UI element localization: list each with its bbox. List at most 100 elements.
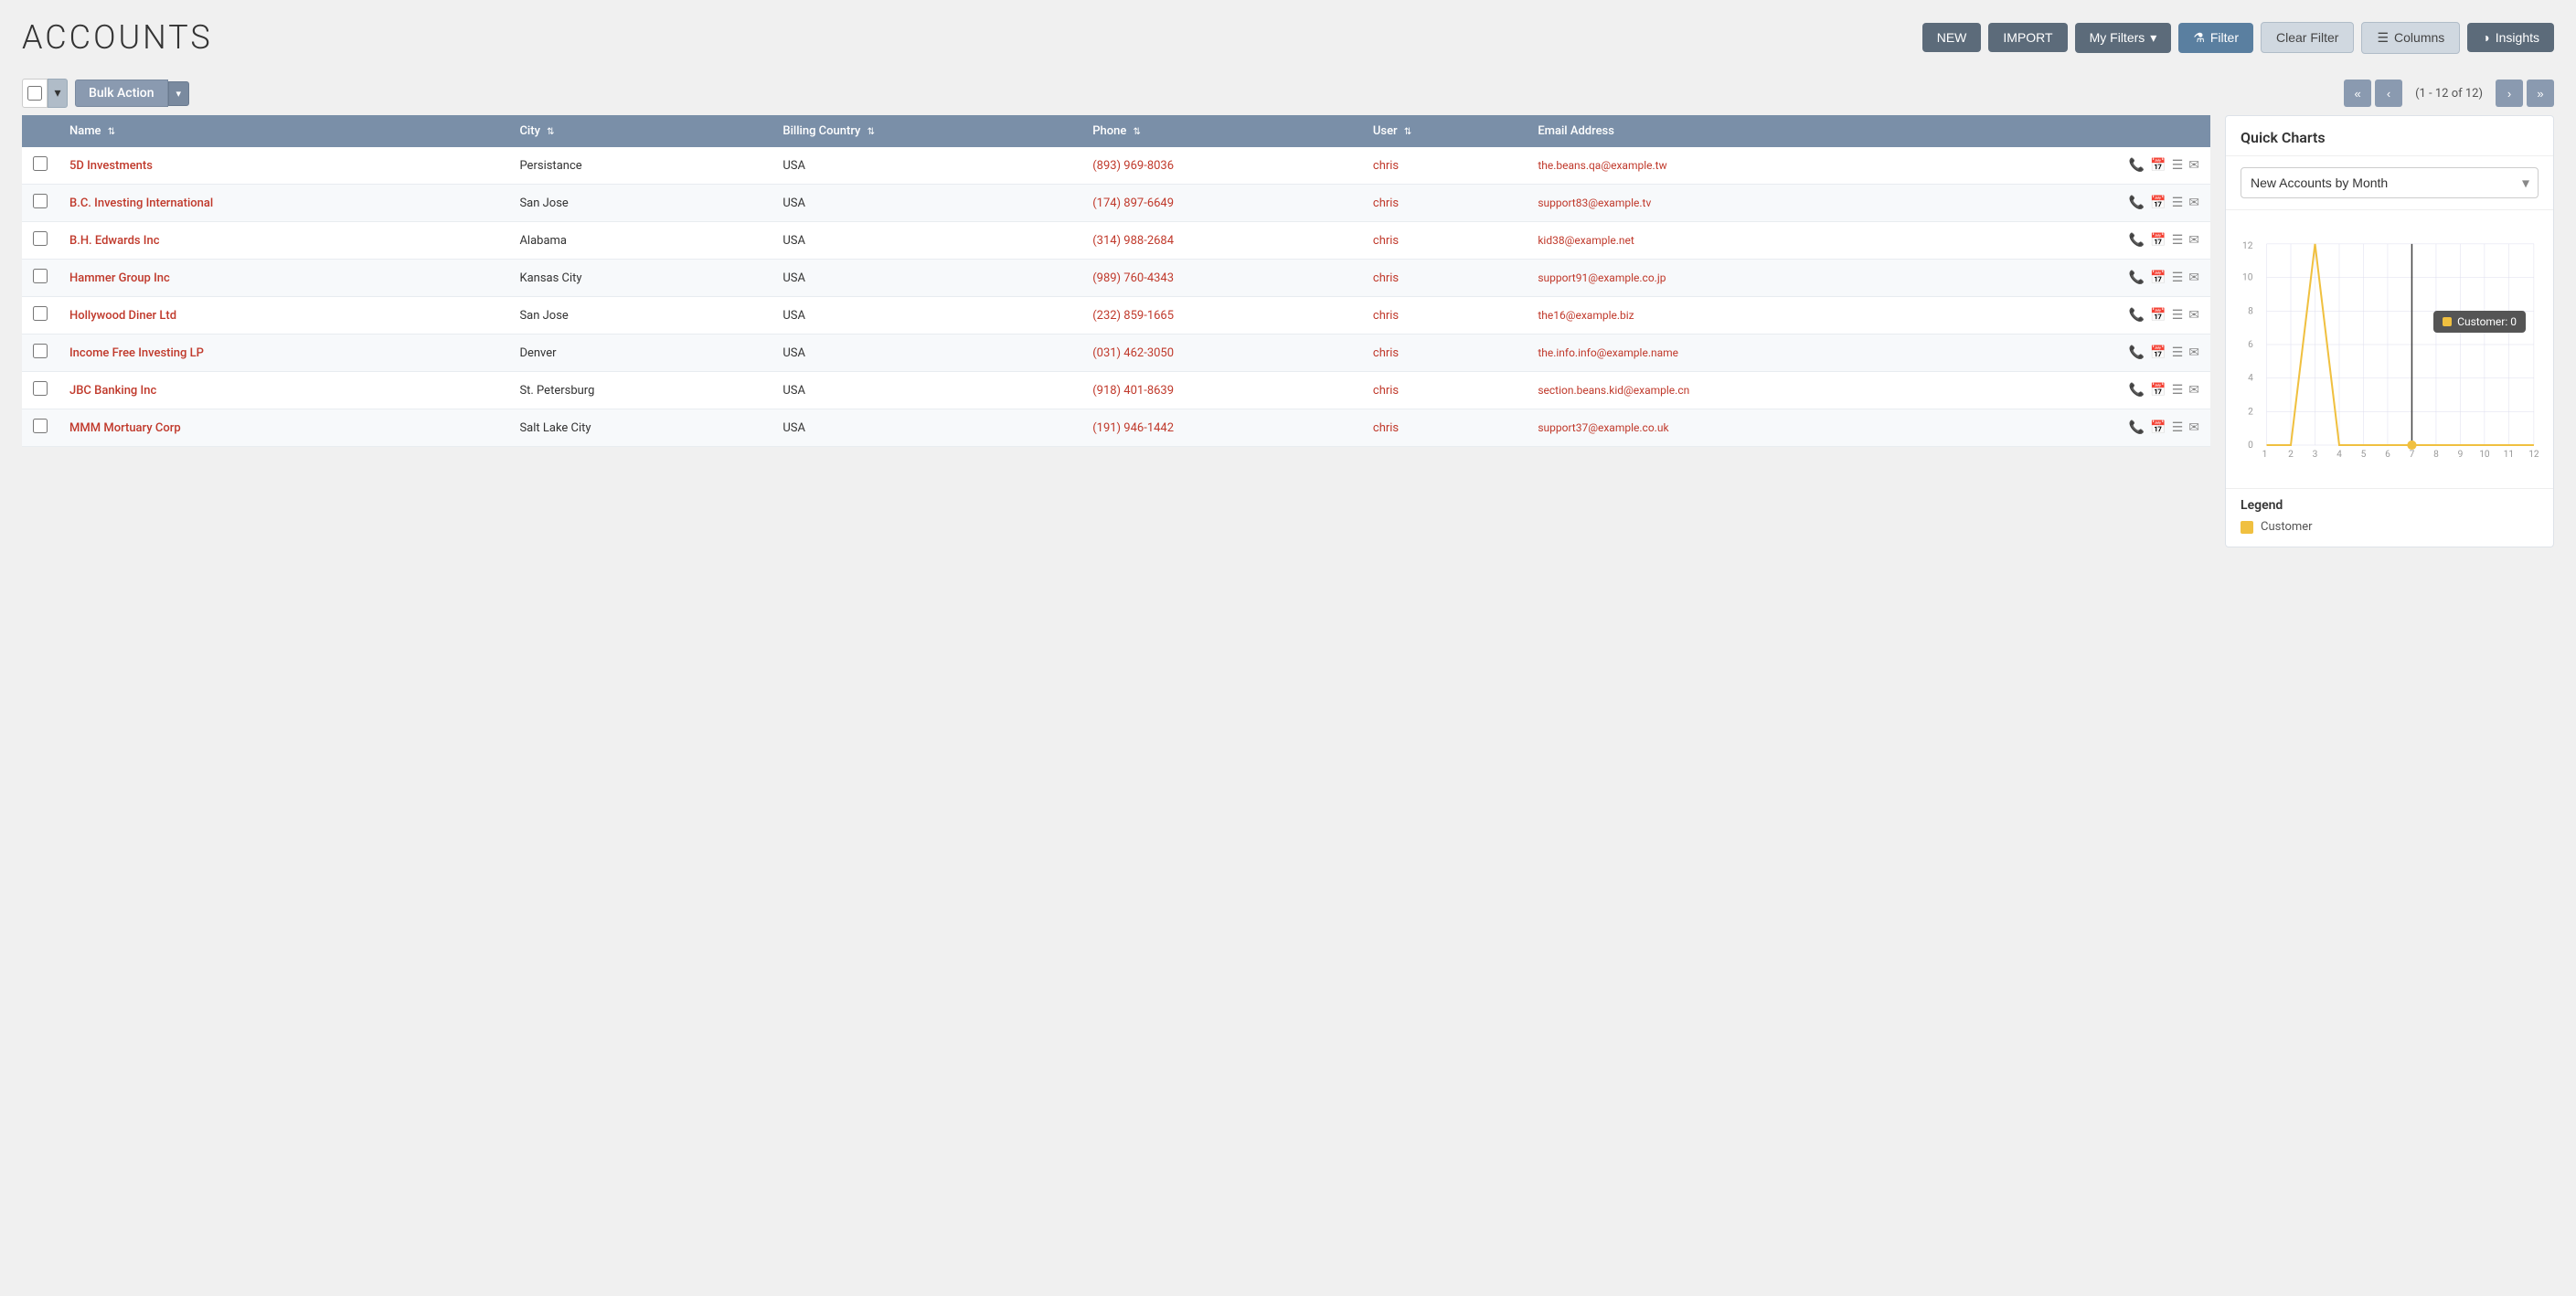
row-checkbox-4[interactable]	[33, 306, 48, 321]
user-link-2[interactable]: chris	[1373, 234, 1399, 248]
phone-icon-5[interactable]: 📞	[2129, 345, 2145, 360]
phone-link-1[interactable]: (174) 897-6649	[1092, 197, 1174, 210]
list-icon-7[interactable]: ☰	[2172, 420, 2184, 435]
user-link-1[interactable]: chris	[1373, 197, 1399, 210]
calendar-icon-4[interactable]: 📅	[2150, 308, 2166, 323]
tooltip-dot	[2443, 317, 2452, 326]
row-checkbox-3[interactable]	[33, 269, 48, 283]
action-icons-5: 📞 📅 ☰ ✉	[2129, 345, 2199, 360]
next-page-button[interactable]: ›	[2496, 80, 2523, 107]
list-icon-2[interactable]: ☰	[2172, 233, 2184, 248]
email-icon-5[interactable]: ✉	[2188, 345, 2199, 360]
account-name-link-6[interactable]: JBC Banking Inc	[69, 384, 156, 398]
first-page-button[interactable]: «	[2344, 80, 2371, 107]
account-name-link-5[interactable]: Income Free Investing LP	[69, 346, 204, 360]
my-filters-button[interactable]: My Filters ▾	[2075, 23, 2172, 53]
phone-icon-2[interactable]: 📞	[2129, 233, 2145, 248]
phone-link-3[interactable]: (989) 760-4343	[1092, 271, 1174, 285]
email-icon-4[interactable]: ✉	[2188, 308, 2199, 323]
email-text-5[interactable]: the.info.info@example.name	[1538, 346, 1678, 359]
select-all-checkbox-btn[interactable]: ▾	[22, 79, 68, 108]
row-checkbox-6[interactable]	[33, 381, 48, 396]
user-link-5[interactable]: chris	[1373, 346, 1399, 360]
user-link-6[interactable]: chris	[1373, 384, 1399, 398]
prev-page-button[interactable]: ‹	[2375, 80, 2402, 107]
chart-type-select[interactable]: New Accounts by Month Accounts by Type A…	[2241, 167, 2539, 198]
row-checkbox-7[interactable]	[33, 419, 48, 433]
calendar-icon-6[interactable]: 📅	[2150, 383, 2166, 398]
calendar-icon-2[interactable]: 📅	[2150, 233, 2166, 248]
calendar-icon-3[interactable]: 📅	[2150, 271, 2166, 285]
email-text-3[interactable]: support91@example.co.jp	[1538, 271, 1666, 284]
account-name-link-7[interactable]: MMM Mortuary Corp	[69, 421, 181, 435]
calendar-icon-0[interactable]: 📅	[2150, 158, 2166, 173]
row-checkbox-0[interactable]	[33, 156, 48, 171]
email-text-1[interactable]: support83@example.tv	[1538, 197, 1651, 209]
email-text-2[interactable]: kid38@example.net	[1538, 234, 1634, 247]
email-icon-2[interactable]: ✉	[2188, 233, 2199, 248]
phone-icon-1[interactable]: 📞	[2129, 196, 2145, 210]
email-icon-1[interactable]: ✉	[2188, 196, 2199, 210]
phone-link-7[interactable]: (191) 946-1442	[1092, 421, 1174, 435]
phone-icon-7[interactable]: 📞	[2129, 420, 2145, 435]
account-name-link-4[interactable]: Hollywood Diner Ltd	[69, 309, 176, 323]
phone-link-4[interactable]: (232) 859-1665	[1092, 309, 1174, 323]
phone-link-5[interactable]: (031) 462-3050	[1092, 346, 1174, 360]
checkbox-dropdown-arrow[interactable]: ▾	[48, 79, 68, 108]
phone-link-0[interactable]: (893) 969-8036	[1092, 159, 1174, 173]
account-name-link-1[interactable]: B.C. Investing International	[69, 197, 213, 210]
select-all-checkbox[interactable]	[22, 79, 48, 108]
clear-filter-button[interactable]: Clear Filter	[2261, 22, 2354, 53]
select-all-input[interactable]	[27, 86, 42, 101]
phone-icon-4[interactable]: 📞	[2129, 308, 2145, 323]
th-name[interactable]: Name ⇅	[59, 115, 508, 147]
new-button[interactable]: NEW	[1922, 23, 1982, 52]
list-icon-1[interactable]: ☰	[2172, 196, 2184, 210]
bulk-action-chevron-icon[interactable]: ▾	[168, 81, 190, 106]
phone-icon-3[interactable]: 📞	[2129, 271, 2145, 285]
email-text-7[interactable]: support37@example.co.uk	[1538, 421, 1668, 434]
columns-button[interactable]: ☰ Columns	[2361, 22, 2460, 54]
th-city[interactable]: City ⇅	[508, 115, 772, 147]
row-checkbox-cell	[22, 335, 59, 372]
list-icon-6[interactable]: ☰	[2172, 383, 2184, 398]
email-text-0[interactable]: the.beans.qa@example.tw	[1538, 159, 1666, 172]
phone-icon-6[interactable]: 📞	[2129, 383, 2145, 398]
insights-button[interactable]: ◑ Insights	[2467, 23, 2554, 52]
user-link-0[interactable]: chris	[1373, 159, 1399, 173]
cell-phone-5: (031) 462-3050	[1081, 335, 1362, 372]
email-icon-3[interactable]: ✉	[2188, 271, 2199, 285]
user-link-7[interactable]: chris	[1373, 421, 1399, 435]
list-icon-0[interactable]: ☰	[2172, 158, 2184, 173]
last-page-button[interactable]: »	[2527, 80, 2554, 107]
list-icon-5[interactable]: ☰	[2172, 345, 2184, 360]
row-checkbox-5[interactable]	[33, 344, 48, 358]
email-text-6[interactable]: section.beans.kid@example.cn	[1538, 384, 1689, 397]
cell-user-2: chris	[1362, 222, 1527, 260]
email-icon-7[interactable]: ✉	[2188, 420, 2199, 435]
th-billing-country[interactable]: Billing Country ⇅	[772, 115, 1081, 147]
user-link-4[interactable]: chris	[1373, 309, 1399, 323]
account-name-link-0[interactable]: 5D Investments	[69, 159, 153, 173]
list-icon-4[interactable]: ☰	[2172, 308, 2184, 323]
row-checkbox-1[interactable]	[33, 194, 48, 208]
th-user[interactable]: User ⇅	[1362, 115, 1527, 147]
import-button[interactable]: IMPORT	[1988, 23, 2067, 52]
calendar-icon-5[interactable]: 📅	[2150, 345, 2166, 360]
account-name-link-3[interactable]: Hammer Group Inc	[69, 271, 170, 285]
bulk-action-dropdown[interactable]: Bulk Action ▾	[75, 80, 189, 107]
account-name-link-2[interactable]: B.H. Edwards Inc	[69, 234, 160, 248]
calendar-icon-7[interactable]: 📅	[2150, 420, 2166, 435]
filter-button[interactable]: ⚗ Filter	[2178, 23, 2253, 53]
email-icon-0[interactable]: ✉	[2188, 158, 2199, 173]
calendar-icon-1[interactable]: 📅	[2150, 196, 2166, 210]
phone-icon-0[interactable]: 📞	[2129, 158, 2145, 173]
th-phone[interactable]: Phone ⇅	[1081, 115, 1362, 147]
list-icon-3[interactable]: ☰	[2172, 271, 2184, 285]
email-text-4[interactable]: the16@example.biz	[1538, 309, 1634, 322]
email-icon-6[interactable]: ✉	[2188, 383, 2199, 398]
user-link-3[interactable]: chris	[1373, 271, 1399, 285]
phone-link-6[interactable]: (918) 401-8639	[1092, 384, 1174, 398]
row-checkbox-2[interactable]	[33, 231, 48, 246]
phone-link-2[interactable]: (314) 988-2684	[1092, 234, 1174, 248]
